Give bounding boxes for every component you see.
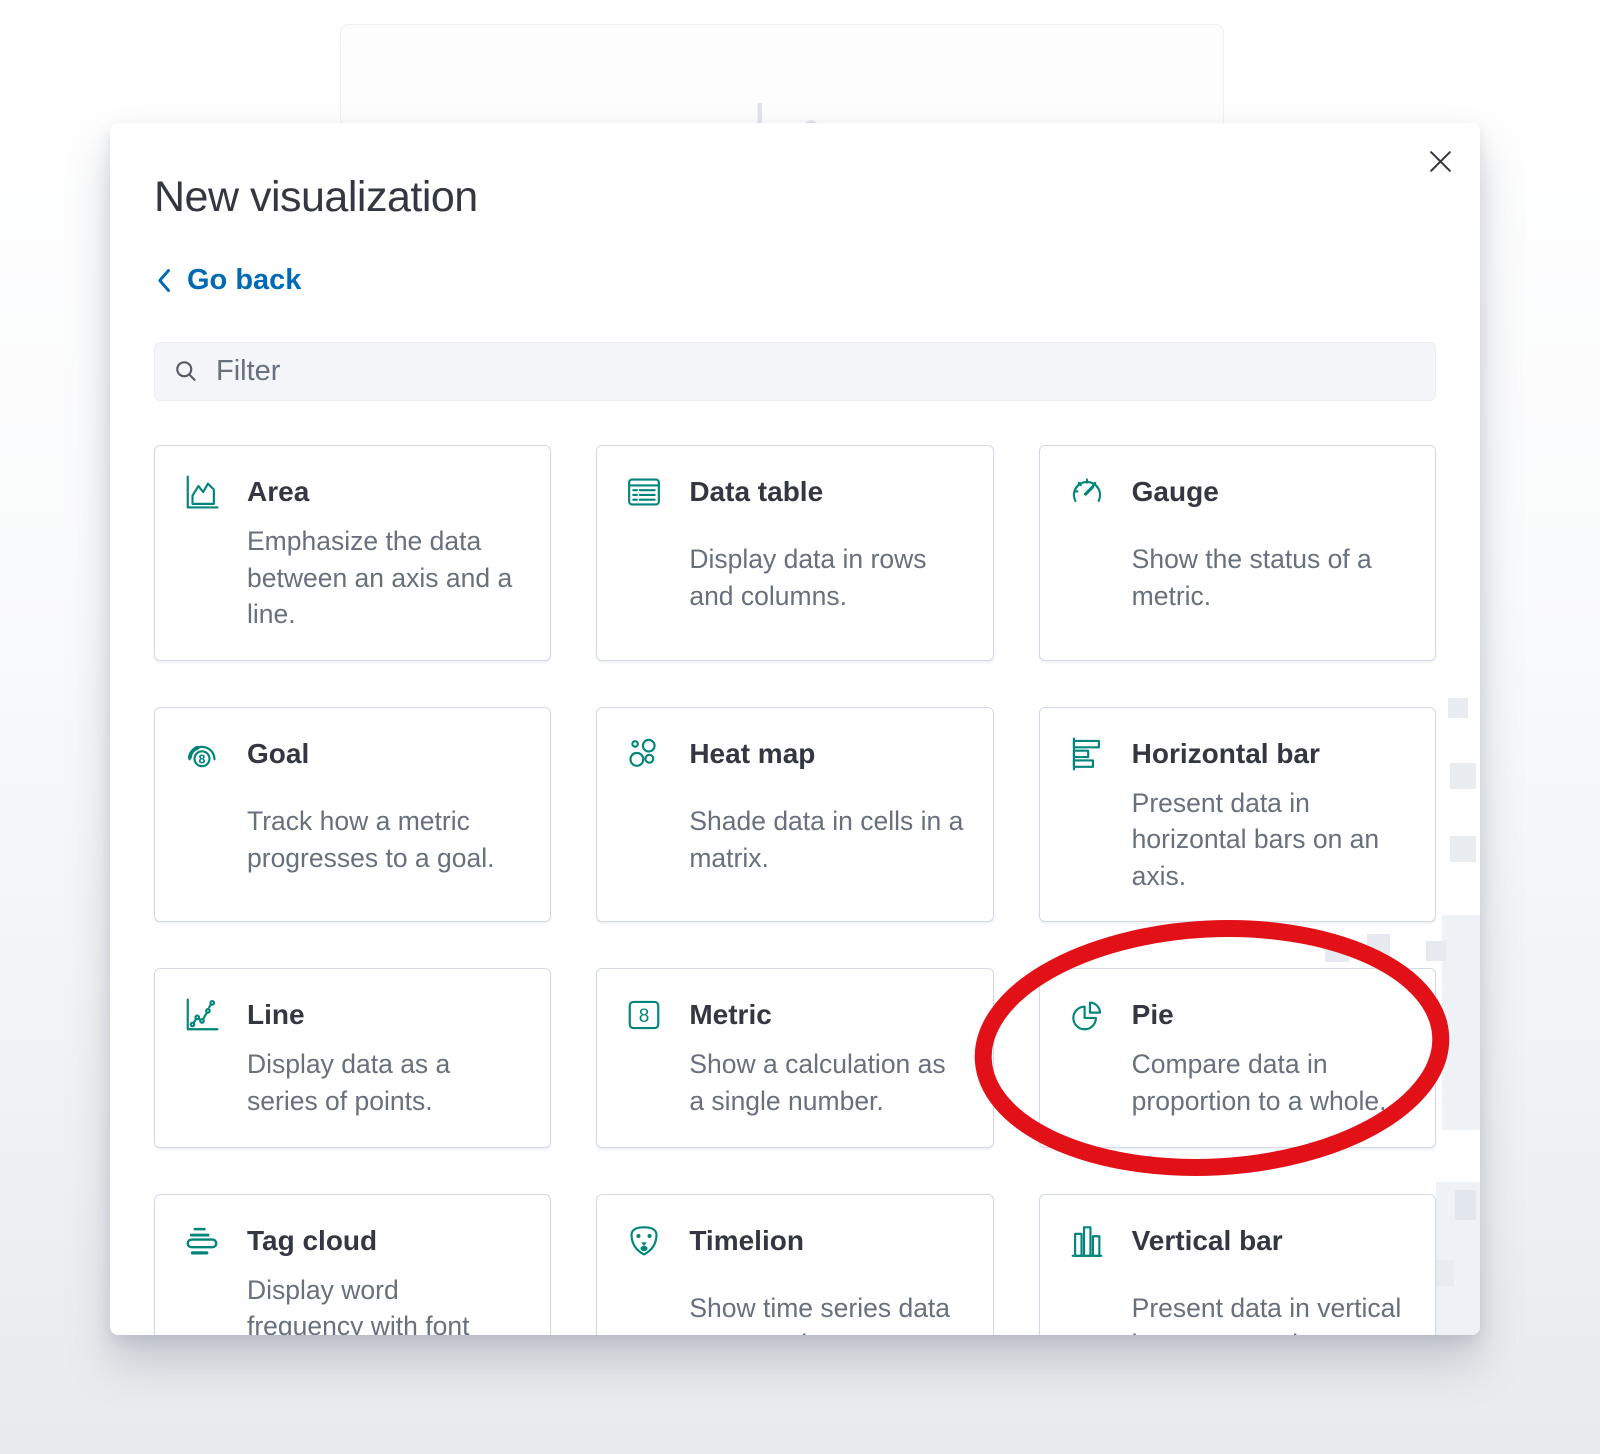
viz-card-title: Tag cloud: [247, 1225, 522, 1257]
viz-card-description: Track how a metric progresses to a goal.: [247, 803, 522, 876]
viz-card-title: Metric: [689, 999, 964, 1031]
viz-card-data-table[interactable]: Data table Display data in rows and colu…: [596, 445, 993, 661]
viz-card-description: Present data in vertical bars on an axis…: [1132, 1290, 1407, 1335]
search-icon: [173, 358, 200, 385]
viz-card-area[interactable]: Area Emphasize the data between an axis …: [154, 445, 551, 661]
background-decoration: [1436, 1182, 1480, 1335]
viz-card-vertical-bar[interactable]: Vertical bar Present data in vertical ba…: [1039, 1194, 1436, 1336]
go-back-label: Go back: [187, 264, 301, 297]
background-decoration: [1455, 1190, 1476, 1220]
viz-card-description: Display word frequency with font size.: [247, 1272, 522, 1336]
close-button[interactable]: [1420, 141, 1460, 181]
new-visualization-modal: New visualization Go back Area Emphasize…: [110, 123, 1480, 1335]
viz-card-description: Emphasize the data between an axis and a…: [247, 523, 522, 633]
chevron-left-icon: [154, 268, 173, 293]
visualization-grid: Area Emphasize the data between an axis …: [154, 445, 1436, 1335]
viz-card-horizontal-bar[interactable]: Horizontal bar Present data in horizonta…: [1039, 707, 1436, 923]
viz-card-description: Present data in horizontal bars on an ax…: [1132, 785, 1407, 895]
viz-card-description: Display data as a series of points.: [247, 1046, 522, 1119]
filter-input[interactable]: [216, 355, 1417, 388]
viz-card-heat-map[interactable]: Heat map Shade data in cells in a matrix…: [596, 707, 993, 923]
viz-card-description: Display data in rows and columns.: [689, 541, 964, 614]
viz-card-title: Area: [247, 476, 522, 508]
go-back-link[interactable]: Go back: [154, 264, 301, 297]
metric-icon: 8: [625, 996, 663, 1034]
horizontal-bar-icon: [1068, 735, 1106, 773]
background-decoration: [1450, 836, 1476, 862]
viz-card-description: Show time series data on a graph.: [689, 1290, 964, 1335]
viz-card-description: Show the status of a metric.: [1132, 541, 1407, 614]
viz-card-title: Goal: [247, 738, 522, 770]
viz-card-title: Gauge: [1132, 476, 1407, 508]
modal-title: New visualization: [154, 173, 1436, 222]
viz-card-title: Line: [247, 999, 522, 1031]
filter-field[interactable]: [154, 342, 1436, 401]
viz-card-description: Compare data in proportion to a whole.: [1132, 1046, 1407, 1119]
viz-card-title: Heat map: [689, 738, 964, 770]
viz-card-title: Pie: [1132, 999, 1407, 1031]
background-decoration: [1448, 698, 1468, 718]
page-background: New visualization Go back Area Emphasize…: [0, 0, 1600, 1454]
heat-map-icon: [625, 735, 663, 773]
viz-card-title: Vertical bar: [1132, 1225, 1407, 1257]
background-decoration: [1450, 763, 1476, 789]
viz-card-description: Show a calculation as a single number.: [689, 1046, 964, 1119]
svg-text:8: 8: [199, 752, 206, 766]
viz-card-timelion[interactable]: Timelion Show time series data on a grap…: [596, 1194, 993, 1336]
svg-text:8: 8: [639, 1007, 650, 1028]
background-decoration: [1442, 915, 1480, 1130]
line-chart-icon: [183, 996, 221, 1034]
viz-card-pie[interactable]: Pie Compare data in proportion to a whol…: [1039, 968, 1436, 1147]
timelion-icon: [625, 1222, 663, 1260]
close-icon: [1429, 150, 1452, 173]
vertical-bar-icon: [1068, 1222, 1106, 1260]
pie-chart-icon: [1068, 996, 1106, 1034]
area-chart-icon: [183, 473, 221, 511]
viz-card-metric[interactable]: 8 Metric Show a calculation as a single …: [596, 968, 993, 1147]
viz-card-description: Shade data in cells in a matrix.: [689, 803, 964, 876]
viz-card-gauge[interactable]: Gauge Show the status of a metric.: [1039, 445, 1436, 661]
goal-icon: 8: [183, 735, 221, 773]
viz-card-title: Horizontal bar: [1132, 738, 1407, 770]
data-table-icon: [625, 473, 663, 511]
viz-card-tag-cloud[interactable]: Tag cloud Display word frequency with fo…: [154, 1194, 551, 1336]
viz-card-goal[interactable]: 8 Goal Track how a metric progresses to …: [154, 707, 551, 923]
viz-card-title: Timelion: [689, 1225, 964, 1257]
viz-card-line[interactable]: Line Display data as a series of points.: [154, 968, 551, 1147]
tag-cloud-icon: [183, 1222, 221, 1260]
viz-card-title: Data table: [689, 476, 964, 508]
gauge-icon: [1068, 473, 1106, 511]
